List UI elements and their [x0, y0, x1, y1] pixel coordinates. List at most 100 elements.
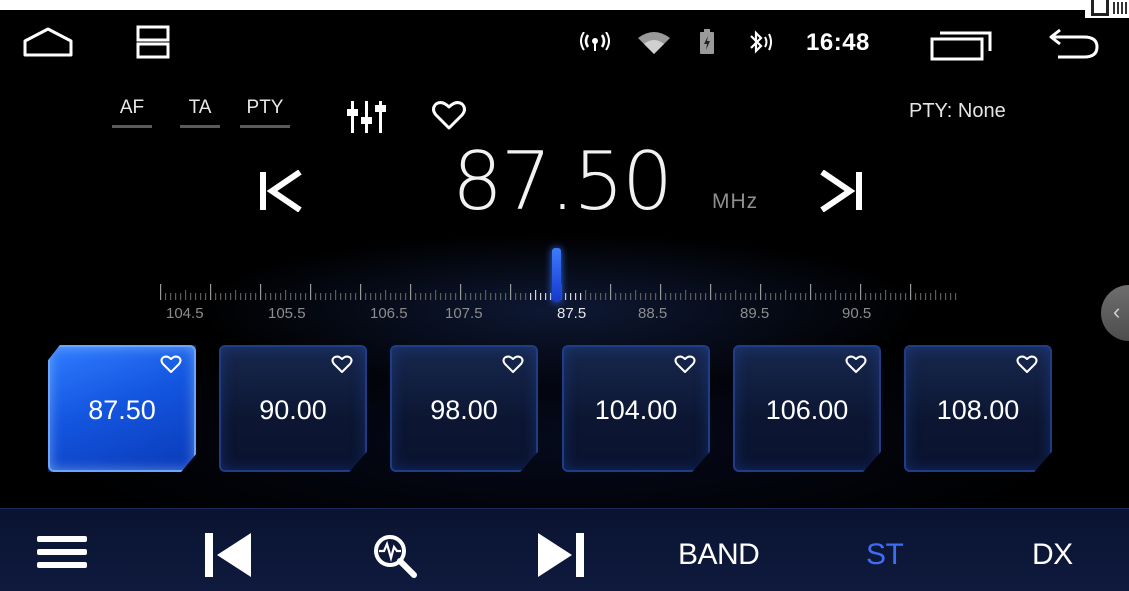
dial-tick [455, 293, 457, 300]
preset-heart-icon[interactable] [1016, 355, 1038, 379]
dial-tick [440, 293, 442, 300]
back-icon[interactable] [1048, 26, 1100, 60]
preset-heart-icon[interactable] [160, 355, 182, 379]
chevron-left-icon: ‹ [1113, 299, 1121, 324]
dial-tick [605, 293, 607, 300]
dial-needle[interactable] [552, 248, 561, 302]
ta-toggle[interactable]: TA [180, 97, 220, 128]
preset-button[interactable]: 106.00 [733, 345, 881, 472]
dial-tick [365, 293, 367, 300]
pty-underline [240, 125, 290, 128]
dial-tick [795, 293, 797, 300]
preset-button[interactable]: 104.00 [562, 345, 710, 472]
stereo-button[interactable]: ST [866, 538, 904, 572]
af-toggle[interactable]: AF [112, 97, 152, 128]
dial-tick [450, 293, 452, 300]
dial-tick [320, 293, 322, 300]
dial-tick [950, 293, 952, 300]
home-icon[interactable] [22, 26, 74, 58]
corner-badge [1085, 0, 1129, 18]
preset-heart-icon[interactable] [674, 355, 696, 379]
preset-heart-icon[interactable] [502, 355, 524, 379]
dial-tick [400, 293, 402, 300]
dial-tick [850, 293, 852, 300]
dial-tick [445, 293, 447, 300]
dial-tick [585, 290, 587, 300]
dial-label: 105.5 [268, 305, 306, 322]
preset-heart-icon[interactable] [331, 355, 353, 379]
dial-tick [575, 293, 577, 300]
dial-tick [405, 293, 407, 300]
seek-down-button[interactable] [258, 169, 304, 217]
preset-button[interactable]: 87.50 [48, 345, 196, 472]
dial-tick [630, 293, 632, 300]
dx-button[interactable]: DX [1032, 538, 1073, 572]
pty-status: PTY: None [909, 100, 1006, 122]
dial-tick [260, 284, 262, 300]
seek-up-button[interactable] [818, 169, 864, 217]
dial-tick [565, 293, 567, 300]
dial-tick [505, 293, 507, 300]
dial-tick [435, 290, 437, 300]
next-button[interactable] [538, 533, 584, 582]
dial-tick [525, 293, 527, 300]
pty-toggle[interactable]: PTY [240, 97, 290, 128]
preset-heart-icon[interactable] [845, 355, 867, 379]
favorite-heart-icon[interactable] [431, 101, 467, 131]
dial-tick [165, 293, 167, 300]
dial-tick [340, 293, 342, 300]
bottom-bar: BAND ST DX [0, 508, 1129, 591]
recent-apps-icon[interactable] [930, 29, 994, 61]
dial-tick [725, 293, 727, 300]
preset-button[interactable]: 90.00 [219, 345, 367, 472]
dial-tick [785, 290, 787, 300]
dial-tick [185, 290, 187, 300]
dial-tick [420, 293, 422, 300]
dial-tick [905, 293, 907, 300]
menu-button[interactable] [37, 535, 87, 574]
preset-button[interactable]: 98.00 [390, 345, 538, 472]
dial-tick [205, 293, 207, 300]
dial-tick [230, 293, 232, 300]
dial-tick [730, 293, 732, 300]
dial-label: 107.5 [445, 305, 483, 322]
dial-tick [900, 293, 902, 300]
dial-tick [945, 293, 947, 300]
dial-tick [705, 293, 707, 300]
dial-tick [590, 293, 592, 300]
dial-tick [250, 293, 252, 300]
dial-tick [885, 290, 887, 300]
dial-tick [315, 293, 317, 300]
radio-signal-icon [580, 32, 610, 52]
dial-tick [310, 284, 312, 300]
previous-button[interactable] [205, 533, 251, 582]
preset-button[interactable]: 108.00 [904, 345, 1052, 472]
scan-search-icon [374, 535, 417, 578]
seek-down-icon [260, 169, 302, 213]
dial-tick [480, 293, 482, 300]
equalizer-icon[interactable] [347, 99, 393, 135]
dial-tick [170, 293, 172, 300]
band-button[interactable]: BAND [678, 538, 760, 572]
dial-tick [285, 290, 287, 300]
side-panel-handle[interactable]: ‹ [1101, 285, 1129, 341]
dial-tick [265, 293, 267, 300]
dial-tick [895, 293, 897, 300]
dial-tick [305, 293, 307, 300]
dial-tick [375, 293, 377, 300]
dial-tick [595, 293, 597, 300]
seek-up-icon [820, 169, 862, 213]
dial-tick [825, 293, 827, 300]
dial-tick [510, 284, 512, 300]
clock: 16:48 [806, 29, 870, 56]
dial-tick [745, 293, 747, 300]
dial-tick [675, 293, 677, 300]
dial-tick [175, 293, 177, 300]
dial-tick [830, 293, 832, 300]
scan-button[interactable] [372, 533, 418, 584]
split-screen-icon[interactable] [136, 25, 170, 59]
dial-tick [840, 293, 842, 300]
dial-tick [370, 293, 372, 300]
dial-tick [415, 293, 417, 300]
preset-frequency: 87.50 [88, 395, 156, 425]
